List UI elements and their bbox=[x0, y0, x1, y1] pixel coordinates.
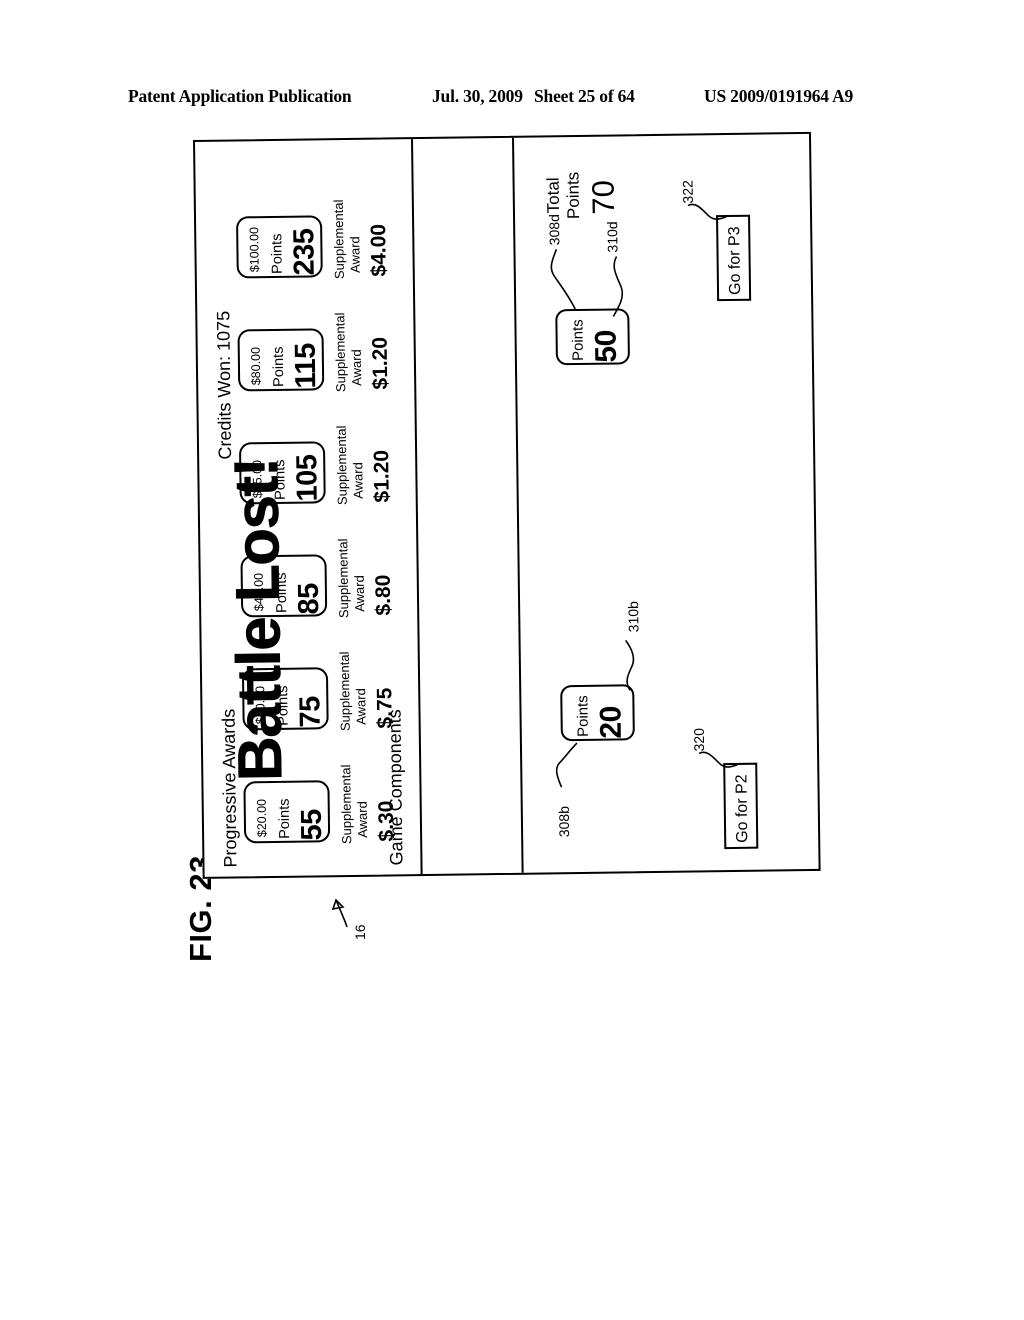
supplemental-award-line1: Supplemental bbox=[330, 199, 347, 280]
reference-number-308b: 308b bbox=[555, 805, 573, 838]
total-points-line1: Total bbox=[543, 177, 563, 214]
game-screen: Progressive Awards Credits Won: 1075 $20… bbox=[193, 131, 821, 879]
supplemental-award-group: Supplemental Award $.75 bbox=[335, 651, 432, 731]
supplemental-award-line1: Supplemental bbox=[335, 538, 352, 619]
total-points-value: 70 bbox=[585, 179, 622, 215]
patent-page-header: Patent Application Publication Jul. 30, … bbox=[0, 86, 1024, 112]
supplemental-award-line2: Award bbox=[353, 688, 369, 725]
award-amount: $80.00 bbox=[248, 346, 264, 386]
progressive-awards-panel: Progressive Awards Credits Won: 1075 $20… bbox=[195, 134, 809, 868]
points-box-label: Points bbox=[569, 319, 587, 362]
award-points-value: 55 bbox=[295, 809, 329, 841]
supplemental-award-value: $.80 bbox=[371, 574, 396, 616]
supplemental-award-line2: Award bbox=[348, 349, 365, 386]
supplemental-award-group: Supplemental Award $1.20 bbox=[332, 425, 429, 505]
credits-won-label: Credits Won: 1075 bbox=[213, 310, 236, 460]
leader-line-322-icon bbox=[687, 203, 727, 220]
supplemental-award-line1: Supplemental bbox=[338, 764, 355, 845]
publication-date: Jul. 30, 2009 bbox=[432, 86, 523, 106]
reference-number-322: 322 bbox=[679, 180, 696, 204]
battle-message-panel: Battle Lost! bbox=[195, 134, 809, 781]
award-points-label: Points bbox=[270, 346, 288, 387]
award-amount: $100.00 bbox=[247, 226, 262, 273]
supplemental-award-value: $4.00 bbox=[367, 223, 391, 277]
leader-line-310b-icon bbox=[624, 639, 635, 691]
reference-number-320: 320 bbox=[690, 727, 708, 752]
supplemental-award-line2: Award bbox=[350, 462, 366, 499]
supplemental-award-group: Supplemental Award $.80 bbox=[333, 538, 430, 618]
award-amount: $20.00 bbox=[254, 798, 270, 838]
supplemental-award-line1: Supplemental bbox=[333, 425, 350, 506]
panel-divider-right bbox=[511, 137, 524, 873]
sheet-number: Sheet 25 of 64 bbox=[534, 86, 635, 106]
award-points-label: Points bbox=[269, 233, 286, 275]
game-components-title: Game Components bbox=[384, 709, 407, 866]
publication-label: Patent Application Publication bbox=[128, 86, 352, 106]
supplemental-award-value: $1.20 bbox=[368, 336, 393, 390]
battle-result-message: Battle Lost! bbox=[222, 457, 296, 782]
points-box-value: 50 bbox=[589, 330, 623, 363]
points-box-value: 20 bbox=[594, 705, 628, 739]
total-points-line2: Points bbox=[563, 171, 584, 220]
award-points-value: 75 bbox=[294, 696, 327, 728]
progressive-award-box[interactable]: $20.00 Points 55 bbox=[243, 780, 331, 844]
supplemental-award-line2: Award bbox=[347, 236, 363, 273]
document-number: US 2009/0191964 A9 bbox=[704, 86, 854, 106]
supplemental-award-group: Supplemental Award $1.20 bbox=[330, 312, 427, 392]
supplemental-award-line1: Supplemental bbox=[332, 312, 349, 393]
award-points-value: 235 bbox=[288, 228, 321, 276]
leader-line-308b-icon bbox=[555, 742, 578, 788]
leader-line-320-icon bbox=[698, 751, 738, 768]
progressive-award-box[interactable]: $80.00 Points 115 bbox=[237, 328, 325, 392]
leader-line-308d-icon bbox=[550, 248, 576, 310]
screen-reference-number: 16 bbox=[352, 924, 368, 940]
reference-number-308d: 308d bbox=[546, 214, 563, 246]
progressive-award-box[interactable]: $100.00 Points 235 bbox=[236, 215, 323, 279]
supplemental-award-line2: Award bbox=[354, 801, 371, 838]
points-box-label: Points bbox=[574, 695, 592, 738]
award-points-value: 115 bbox=[289, 343, 323, 389]
award-points-value: 85 bbox=[292, 583, 326, 615]
supplemental-award-line1: Supplemental bbox=[336, 651, 353, 732]
reference-number-310d: 310d bbox=[604, 221, 621, 253]
supplemental-award-group: Supplemental Award $4.00 bbox=[329, 200, 426, 280]
reference-number-310b: 310b bbox=[625, 601, 642, 633]
game-components-panel: Game Components Total Points 70 Points 2… bbox=[195, 134, 809, 866]
award-points-value: 105 bbox=[291, 454, 324, 502]
supplemental-award-line2: Award bbox=[351, 575, 368, 612]
supplemental-award-value: $1.20 bbox=[370, 449, 394, 503]
figure-label: FIG. 23 bbox=[183, 855, 316, 1030]
screen-reference-leader: 16 bbox=[330, 896, 400, 956]
award-points-label: Points bbox=[276, 798, 294, 839]
leader-line-310d-icon bbox=[612, 256, 624, 317]
